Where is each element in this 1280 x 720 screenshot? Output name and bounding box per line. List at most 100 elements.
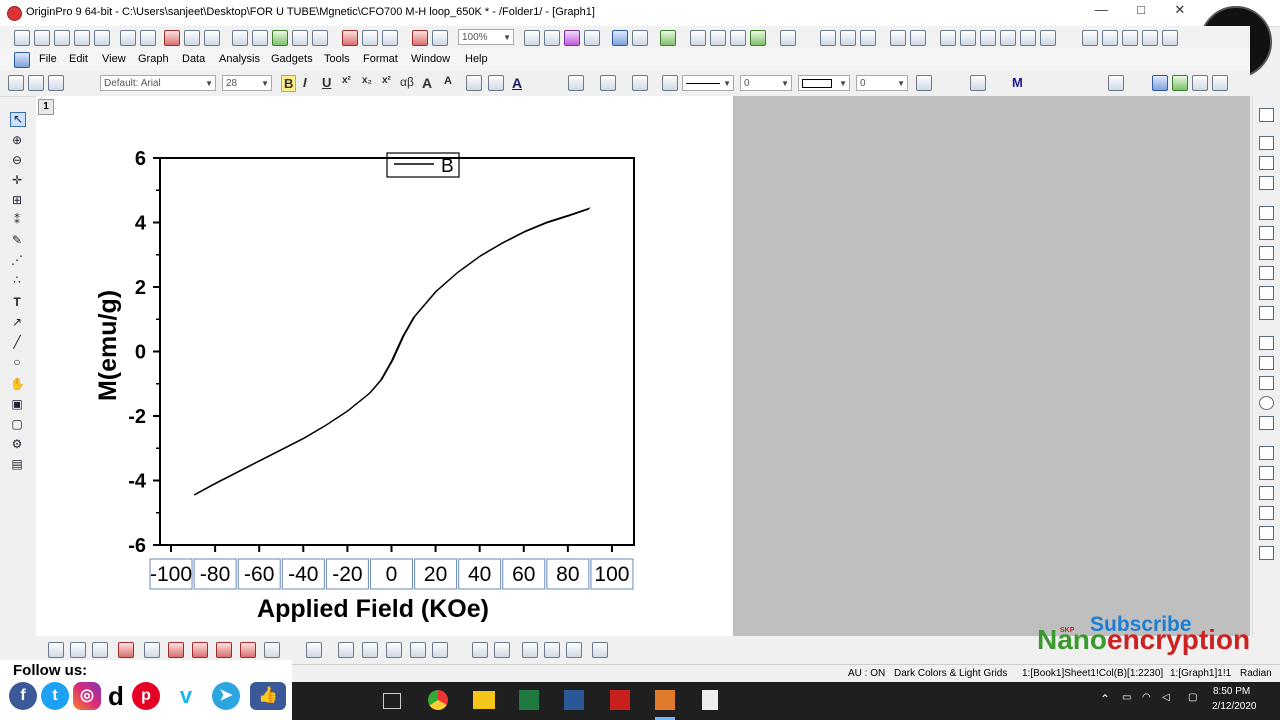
- vimeo-icon[interactable]: v: [172, 682, 200, 710]
- increase-font-button[interactable]: A: [422, 75, 432, 91]
- z-col-icon[interactable]: [1122, 30, 1138, 46]
- graph-window-icon[interactable]: [14, 52, 30, 68]
- 3d-scatter-icon[interactable]: [362, 642, 378, 658]
- import-multiple-icon[interactable]: [362, 30, 378, 46]
- layer-tool-icon[interactable]: ▢: [10, 418, 24, 431]
- layer-management-icon[interactable]: [1259, 108, 1274, 122]
- legend-label[interactable]: B: [441, 156, 454, 177]
- add-right-y-icon[interactable]: [1259, 176, 1274, 190]
- area-graph-icon[interactable]: [192, 642, 208, 658]
- list-view-icon[interactable]: [1259, 356, 1274, 370]
- superscript-icon[interactable]: x²: [342, 75, 351, 86]
- menu-gadgets[interactable]: Gadgets: [271, 53, 313, 65]
- polar-icon[interactable]: [216, 642, 232, 658]
- task-view-icon[interactable]: [383, 693, 401, 709]
- notepad-icon[interactable]: [702, 690, 718, 710]
- zoom-in-icon[interactable]: ⊕: [10, 134, 24, 147]
- 3d-image-icon[interactable]: [432, 642, 448, 658]
- tray-up-icon[interactable]: ⌃: [1100, 692, 1110, 706]
- recalculate-icon[interactable]: [412, 30, 428, 46]
- border-width-select[interactable]: 0 ▼: [856, 75, 908, 91]
- results-log-icon[interactable]: [584, 30, 600, 46]
- y-axis-label[interactable]: M(emu/g): [94, 290, 122, 401]
- tray-time[interactable]: 8:50 PM: [1213, 686, 1250, 697]
- line-style-select[interactable]: ▼: [682, 75, 734, 91]
- tray-date[interactable]: 2/12/2020: [1212, 701, 1257, 712]
- clear-mask-icon[interactable]: [1040, 30, 1056, 46]
- menu-format[interactable]: Format: [363, 53, 398, 65]
- add-top-x-icon[interactable]: [1259, 156, 1274, 170]
- data-list-icon[interactable]: [1259, 336, 1274, 350]
- new-layout-icon[interactable]: [140, 30, 156, 46]
- project-explorer-icon[interactable]: [660, 30, 676, 46]
- symbol-icon[interactable]: [662, 75, 678, 91]
- box-chart-icon[interactable]: [168, 642, 184, 658]
- add-columns-icon[interactable]: [820, 30, 836, 46]
- x-tick-label-5[interactable]: 0: [386, 563, 398, 586]
- merge-graph-icon[interactable]: [592, 642, 608, 658]
- mask-tool-icon[interactable]: ▣: [10, 398, 24, 411]
- mh-loop-chart[interactable]: -100 -80 -60 -40 -20 0 20 40 60 80 100 6420-2-4-6 …: [36, 96, 733, 636]
- x-tick-label-3[interactable]: -40: [288, 563, 318, 586]
- filter-icon[interactable]: [1000, 30, 1016, 46]
- cut-icon[interactable]: [8, 75, 24, 91]
- panel-6-icon[interactable]: [1259, 546, 1274, 560]
- fill-color-icon[interactable]: [568, 75, 584, 91]
- label-col-icon[interactable]: [1142, 30, 1158, 46]
- import-icon[interactable]: [184, 30, 200, 46]
- series-return-branch-0[interactable]: [195, 207, 591, 495]
- x-tick-label-0[interactable]: -100: [150, 563, 192, 586]
- bar-plot-icon[interactable]: [960, 30, 976, 46]
- screen-reader-icon[interactable]: ✛: [10, 174, 24, 187]
- batch-icon[interactable]: [432, 30, 448, 46]
- hand-tool-icon[interactable]: ✋: [10, 378, 25, 391]
- add-legend-icon[interactable]: [750, 30, 766, 46]
- contour-icon[interactable]: [240, 642, 256, 658]
- notification-icon[interactable]: ▢: [1188, 692, 1197, 703]
- grid-icon[interactable]: [970, 75, 986, 91]
- mask-icon[interactable]: [1020, 30, 1036, 46]
- menu-view[interactable]: View: [102, 53, 126, 65]
- paste-icon[interactable]: [48, 75, 64, 91]
- italic-button[interactable]: I: [303, 75, 307, 90]
- import-wizard-icon[interactable]: [382, 30, 398, 46]
- zoom-select[interactable]: 100% ▼: [458, 29, 514, 45]
- 3d-contour-icon[interactable]: [410, 642, 426, 658]
- pattern-icon[interactable]: [600, 75, 616, 91]
- swap-layer-icon[interactable]: [1259, 266, 1274, 280]
- print-icon[interactable]: [524, 30, 540, 46]
- maximize-button[interactable]: □: [1137, 2, 1145, 22]
- sort-icon[interactable]: [860, 30, 876, 46]
- x-tick-label-2[interactable]: -60: [244, 563, 274, 586]
- x-tick-label-8[interactable]: 60: [512, 563, 535, 586]
- arrange-layers-icon[interactable]: [1259, 206, 1274, 220]
- text-tool-icon[interactable]: T: [10, 296, 24, 309]
- telegram-icon[interactable]: ➤: [212, 682, 240, 710]
- word-icon[interactable]: [564, 690, 584, 710]
- line-tool-icon[interactable]: ╱: [10, 336, 24, 349]
- linked-layer-icon[interactable]: [1259, 226, 1274, 240]
- object-tool-icon[interactable]: ⚙: [10, 438, 24, 451]
- stamp-tool-icon[interactable]: ▤: [10, 458, 24, 471]
- mask-toggle-icon[interactable]: [472, 642, 488, 658]
- like-icon[interactable]: 👍: [250, 682, 286, 710]
- layer-1-tag[interactable]: 1: [38, 99, 54, 115]
- twitter-icon[interactable]: t: [41, 682, 69, 710]
- set-xy-icon[interactable]: [890, 30, 906, 46]
- group-icon[interactable]: [1192, 75, 1208, 91]
- font-color-button[interactable]: A: [512, 75, 522, 91]
- panel-3-icon[interactable]: [1259, 486, 1274, 500]
- save-template-icon[interactable]: [312, 30, 328, 46]
- copy-page-icon[interactable]: [544, 30, 560, 46]
- 3d-wire-icon[interactable]: [386, 642, 402, 658]
- open-icon[interactable]: [232, 30, 248, 46]
- template-library-icon[interactable]: [264, 642, 280, 658]
- column-graph-icon[interactable]: [118, 642, 134, 658]
- panel-5-icon[interactable]: [1259, 526, 1274, 540]
- line-graph-icon[interactable]: [48, 642, 64, 658]
- line-width-select[interactable]: 0 ▼: [740, 75, 792, 91]
- graph-window[interactable]: -100 -80 -60 -40 -20 0 20 40 60 80 100 6 4 2 0 -2 -4 -6 …: [36, 96, 733, 636]
- menu-tools[interactable]: Tools: [324, 53, 350, 65]
- data-plot-icon[interactable]: [522, 642, 538, 658]
- origin-app-icon[interactable]: [7, 6, 22, 21]
